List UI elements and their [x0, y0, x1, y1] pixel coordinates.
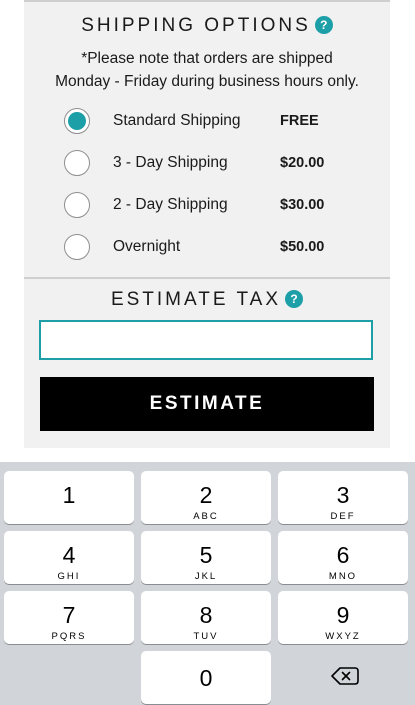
key-8[interactable]: 8 TUV	[141, 591, 271, 644]
backspace-key[interactable]	[318, 651, 374, 701]
estimate-button[interactable]: ESTIMATE	[40, 377, 374, 431]
zip-code-input[interactable]	[39, 320, 373, 360]
shipping-option-price: $20.00	[280, 155, 325, 171]
radio-overnight-icon[interactable]	[64, 234, 90, 260]
key-digit: 1	[62, 482, 76, 508]
key-digit: 9	[336, 602, 350, 628]
key-digit: 7	[62, 602, 76, 628]
key-digit: 0	[199, 665, 213, 691]
top-divider	[24, 0, 390, 2]
shipping-options-title: SHIPPING OPTIONS	[81, 15, 311, 36]
key-letters: DEF	[330, 511, 356, 522]
key-digit: 6	[336, 542, 350, 568]
shipping-option-price: $30.00	[280, 197, 325, 213]
key-letters: TUV	[193, 631, 219, 642]
key-4[interactable]: 4 GHI	[4, 531, 134, 584]
key-6[interactable]: 6 MNO	[278, 531, 408, 584]
key-1[interactable]: 1	[4, 471, 134, 524]
key-letters: MNO	[328, 571, 358, 582]
estimate-tax-heading: ESTIMATE TAX?	[24, 289, 390, 311]
shipping-option-overnight[interactable]: Overnight $50.00	[64, 234, 364, 262]
shipping-help-icon[interactable]: ?	[314, 16, 333, 34]
shipping-option-2-day[interactable]: 2 - Day Shipping $30.00	[64, 192, 364, 220]
shipping-options-heading: SHIPPING OPTIONS?	[24, 15, 390, 37]
shipping-note: *Please note that orders are shipped Mon…	[24, 47, 390, 93]
key-digit: 8	[199, 602, 213, 628]
key-digit: 5	[199, 542, 213, 568]
radio-3-day-icon[interactable]	[64, 150, 90, 176]
key-letters: PQRS	[51, 631, 87, 642]
key-digit: 3	[336, 482, 350, 508]
key-5[interactable]: 5 JKL	[141, 531, 271, 584]
key-2[interactable]: 2 ABC	[141, 471, 271, 524]
shipping-option-label: Overnight	[113, 238, 181, 255]
shipping-option-price: $50.00	[280, 239, 325, 255]
cart-options-panel: SHIPPING OPTIONS? *Please note that orde…	[24, 0, 390, 448]
shipping-option-label: 3 - Day Shipping	[113, 154, 228, 171]
key-digit: 2	[199, 482, 213, 508]
backspace-icon	[331, 667, 359, 685]
key-letters: JKL	[194, 571, 218, 582]
key-letters: GHI	[57, 571, 81, 582]
shipping-option-3-day[interactable]: 3 - Day Shipping $20.00	[64, 150, 364, 178]
key-digit: 4	[62, 542, 76, 568]
shipping-option-standard[interactable]: Standard Shipping FREE	[64, 108, 364, 136]
radio-2-day-icon[interactable]	[64, 192, 90, 218]
estimate-tax-title: ESTIMATE TAX	[110, 289, 282, 310]
shipping-option-price: FREE	[280, 113, 319, 129]
key-9[interactable]: 9 WXYZ	[278, 591, 408, 644]
shipping-note-line-1: *Please note that orders are shipped	[81, 50, 333, 67]
tax-help-icon[interactable]: ?	[285, 290, 304, 308]
section-divider	[24, 277, 390, 279]
key-3[interactable]: 3 DEF	[278, 471, 408, 524]
shipping-option-label: Standard Shipping	[113, 112, 241, 129]
key-letters: ABC	[193, 511, 219, 522]
key-7[interactable]: 7 PQRS	[4, 591, 134, 644]
radio-standard-selected-icon[interactable]	[64, 108, 90, 134]
key-0[interactable]: 0	[141, 651, 271, 704]
shipping-note-line-2: Monday - Friday during business hours on…	[55, 73, 359, 90]
key-letters: WXYZ	[325, 631, 361, 642]
shipping-option-label: 2 - Day Shipping	[113, 196, 228, 213]
